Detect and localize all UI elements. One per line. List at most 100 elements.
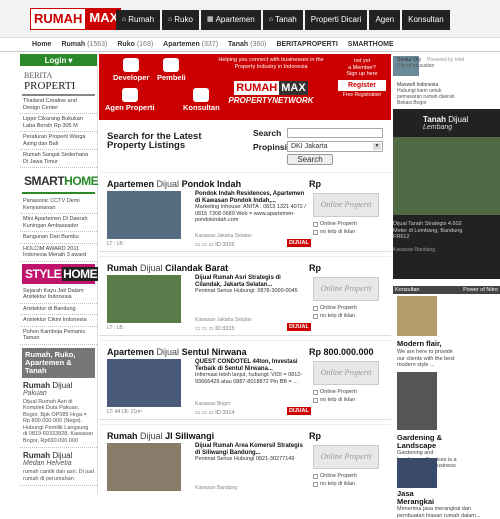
network-banner[interactable]: Developer Pembeli Agen Properti Konsulta… [99, 54, 391, 120]
dijual-badge: DIJUAL [287, 239, 311, 247]
listing-item[interactable]: Apartemen Dijual Pondok Indah Rp LT : LB… [99, 172, 391, 252]
search-panel: Search for the Latest Property Listings … [99, 126, 391, 168]
side-listing[interactable]: Rumah Dijual Medan Helvetia rumah cantik… [20, 448, 97, 486]
article-link[interactable]: Sejarah Kayu Jati Dalam Arsitektur Indon… [20, 286, 97, 304]
properti-label: PROPERTI [24, 80, 76, 92]
smarthome-header[interactable]: SMARTHOME [22, 170, 99, 194]
listing-photo[interactable] [107, 275, 181, 323]
article-link[interactable]: Bangunan Dari Bambu [20, 232, 97, 244]
chevron-down-icon: ▾ [68, 55, 73, 65]
agent-phone: no telp di iklan [313, 481, 355, 487]
listing-title[interactable]: Rumah Dijual Jl Siliwangi [107, 431, 214, 441]
bed-icon: ▭ [195, 410, 201, 416]
banner-signup: not yet a Member? Sign up here Register … [335, 58, 389, 98]
banner-logo: RUMAH MAX [234, 81, 308, 95]
nav-label: Konsultan [408, 15, 444, 24]
listing-title[interactable]: Rumah Dijual Cilandak Barat [107, 263, 228, 273]
subnav-home[interactable]: Home [32, 41, 51, 48]
article-link[interactable]: Panasonic CCTV Demi Kenyamanan [20, 196, 97, 214]
article-link[interactable]: Arsitektur di Bandung [20, 304, 97, 315]
agent-name: Online Properti [313, 305, 357, 311]
province-select[interactable]: DKI Jakarta ▼ [287, 141, 383, 152]
dijual-badge: DIJUAL [287, 323, 311, 331]
nav-rumah[interactable]: ⌂ Rumah [116, 10, 161, 30]
bath-icon: ▭ [201, 242, 207, 248]
listing-photo[interactable] [107, 359, 181, 407]
agent-logo[interactable]: Online Properti [313, 445, 379, 469]
article-link[interactable]: Rumah Sangat Sederhana Di Jawa Timur [20, 150, 97, 168]
article-link[interactable]: HOLCIM AWARD 2011 Indonesia Meraih 3 awa… [20, 244, 97, 262]
subnav-tanah[interactable]: Tanah (360) [228, 41, 266, 48]
article-link[interactable]: Arsitektur Cikini Indonesia [20, 315, 97, 327]
developer-icon [123, 58, 140, 72]
agent-phone: no telp di iklan [313, 313, 355, 319]
site-logo[interactable]: RUMAH MAX [30, 8, 122, 30]
agent-icon [121, 88, 138, 102]
listing-price: Rp [309, 431, 321, 441]
listing-category-header: Rumah, Ruko, Apartemen & Tanah [22, 347, 95, 378]
stylehome-header[interactable]: STYLE HOME [22, 263, 99, 284]
agent-logo[interactable]: Online Properti [313, 193, 379, 217]
login-button[interactable]: Login ▾ [20, 54, 97, 66]
listing-photo[interactable] [107, 443, 181, 491]
banner-roles: Developer Pembeli Agen Properti Konsulta… [101, 56, 220, 118]
listing-title[interactable]: Apartemen Dijual Sentul Nirwana [107, 347, 247, 357]
featured-tanah[interactable]: Tanah Dijual Lembang Dijual Tanah Strate… [393, 109, 500, 279]
ad-text: City of education [397, 63, 435, 69]
article-link[interactable]: Thailand Creative and Design Center [20, 96, 97, 114]
listing-price: Rp [309, 179, 321, 189]
listing-photo[interactable] [107, 191, 181, 239]
side-listing[interactable]: Rumah Dijual Pakuan Dijual Rumah Asri di… [20, 378, 97, 448]
featured-desc: Dijual Tanah Strategis 4.602 Meter di Le… [393, 221, 463, 240]
nav-tanah[interactable]: ⌂ Tanah [262, 10, 303, 30]
featured-photo[interactable] [393, 137, 500, 215]
nav-label: Ruko [174, 15, 193, 24]
listing-item[interactable]: Rumah Dijual Jl Siliwangi Rp Dijual Ruma… [99, 424, 391, 492]
featured-title[interactable]: Tanah Dijual [423, 115, 468, 124]
side-listing-desc: Dijual Rumah Asri di Komplek Duta Pakuan… [23, 398, 94, 444]
subnav-rumah[interactable]: Rumah (1563) [61, 41, 107, 48]
article-link[interactable]: Mini Apartemen Di Daerah Kuningan Ambass… [20, 214, 97, 232]
nav-konsultan[interactable]: Konsultan [402, 10, 450, 30]
listing-desc: QUEST CONDOTEL 44ton, Investasi Terbaik … [195, 359, 303, 385]
agent-logo[interactable]: Online Properti [313, 277, 379, 301]
home-icon: ⌂ [168, 16, 173, 23]
article-link[interactable]: Pohon Kamboja Pemanis Taman [20, 327, 97, 345]
subnav-ruko[interactable]: Ruko (169) [117, 41, 153, 48]
konsultan-text: We are here to provide our clients with … [397, 349, 455, 368]
side-listing-desc: rumah cantik dan asri. Di jual rumah di … [23, 469, 94, 482]
nav-label: Tanah [274, 15, 297, 24]
agent-logo[interactable]: Online Properti [313, 361, 379, 385]
search-label: Search [253, 128, 282, 138]
berita-properti-header[interactable]: BERITA PROPERTI [22, 69, 95, 96]
banner-network: PROPERTYNETWORK [228, 96, 314, 105]
subnav-smarthome[interactable]: SMARTHOME [348, 41, 394, 48]
konsultan-text: Menerima jasa merangkai dan pembuatan hi… [397, 506, 481, 519]
bath-icon: ▭ [201, 410, 207, 416]
phone-icon [313, 313, 318, 319]
nav-ruko[interactable]: ⌂ Ruko [162, 10, 199, 30]
konsultan-thumb [397, 458, 437, 488]
agent-name: Online Properti [313, 473, 357, 479]
search-title: Search for the Latest Property Listings [107, 131, 202, 151]
subnav-berita[interactable]: BERITAPROPERTI [276, 41, 337, 48]
search-button[interactable]: Search [287, 154, 333, 165]
register-button[interactable]: Register [338, 79, 386, 91]
nav-properti-dicari[interactable]: Properti Dicari [304, 10, 368, 30]
phone-icon [313, 481, 318, 487]
konsultan-thumb [397, 296, 437, 336]
phone-icon [313, 229, 318, 235]
nav-apartemen[interactable]: ▦ Apartemen [200, 10, 261, 30]
category-nav: Home Rumah (1563) Ruko (169) Apartemen (… [0, 38, 500, 52]
search-input[interactable] [287, 128, 383, 138]
nav-agen[interactable]: Agen [369, 10, 401, 30]
article-link[interactable]: Lippo Cikarang Bukukan Laba Bersih Rp 30… [20, 114, 97, 132]
listing-list: Apartemen Dijual Pondok Indah Rp LT : LB… [99, 172, 391, 492]
listing-title[interactable]: Apartemen Dijual Pondok Indah [107, 179, 241, 189]
listing-item[interactable]: Apartemen Dijual Sentul Nirwana Rp 800.0… [99, 340, 391, 420]
article-link[interactable]: Peraturan Properti Warga Asing dan Bali [20, 132, 97, 150]
konsultan-title: Modern flair, [397, 339, 442, 348]
listing-item[interactable]: Rumah Dijual Cilandak Barat Rp LT : LB :… [99, 256, 391, 336]
listing-desc: Dijual Rumah Area Komersil Strategis di … [195, 443, 303, 462]
subnav-apartemen[interactable]: Apartemen (337) [163, 41, 218, 48]
